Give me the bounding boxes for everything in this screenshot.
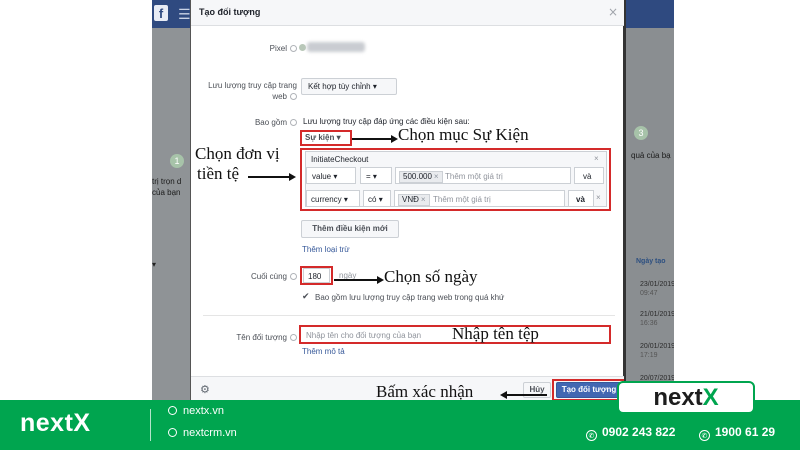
traffic-label: Lưu lượng truy cập trang web (208, 81, 297, 101)
logo-text: next (653, 384, 703, 411)
table-row: 21/01/2019 16:36 (640, 311, 674, 327)
step-three-badge: 3 (634, 126, 648, 140)
dialog-header: Tạo đối tượng × (191, 0, 624, 26)
table-row: 20/01/2019 17:19 (640, 343, 674, 359)
globe-icon (168, 428, 177, 437)
gear-icon[interactable]: ⚙ (200, 383, 210, 396)
nextx-logo-card: nextX (617, 381, 755, 414)
create-audience-dialog: Tạo đối tượng × Pixel Lưu lượng truy cập… (190, 0, 626, 401)
screenshot-stage: f ☰ 1 trị trọn d của bạn ▾ 3 quả của bạ … (0, 0, 800, 450)
rule2-and-button[interactable]: và (568, 190, 594, 207)
chevron-down-icon: ▾ (333, 172, 338, 181)
days-input[interactable]: 180 (303, 268, 330, 283)
past-traffic-label: Bao gồm lưu lượng truy cập trang web tro… (315, 293, 505, 302)
divider (150, 409, 151, 441)
step-one-badge: 1 (170, 154, 184, 168)
website-link-nextx[interactable]: nextx.vn (168, 405, 224, 417)
brand-logo: nextX (20, 409, 91, 437)
audience-name-label: Tên đối tượng (201, 332, 297, 343)
past-traffic-checkbox[interactable]: ✔ (302, 293, 310, 302)
phone-number[interactable]: ✆ 0902 243 822 (586, 425, 675, 441)
arrow-line (248, 176, 290, 178)
event-selector-dropdown[interactable]: Sự kiện ▾ (305, 133, 341, 142)
background-right-text: quả của bạ (631, 151, 671, 160)
chevron-down-icon: ▾ (378, 195, 383, 204)
info-icon (290, 273, 297, 281)
facebook-logo-icon: f (154, 5, 168, 21)
annotation-choose-currency: Chọn đơn vị tiền tệ (195, 144, 280, 183)
annotation-choose-days: Chọn số ngày (384, 267, 478, 286)
annotation-enter-name: Nhập tên tệp (452, 324, 539, 343)
table-row: 23/01/2019 09:47 (640, 281, 674, 297)
cancel-button[interactable]: Hủy (523, 382, 551, 398)
rule1-param-dropdown[interactable]: value ▾ (306, 167, 356, 184)
remove-rule-icon[interactable]: × (596, 193, 601, 202)
add-description-link[interactable]: Thêm mô tả (302, 347, 345, 356)
info-icon (290, 93, 297, 101)
info-icon (290, 334, 297, 342)
rule2-param-dropdown[interactable]: currency ▾ (306, 190, 360, 207)
remove-icon: × (420, 195, 426, 204)
background-left-text: trị trọn d của bạn (152, 177, 182, 197)
chevron-down-icon: ▾ (372, 172, 377, 181)
traffic-dropdown[interactable]: Kết hợp tùy chỉnh ▾ (301, 78, 397, 95)
add-exclusion-link[interactable]: Thêm loại trừ (302, 245, 350, 254)
arrow-head-icon (289, 173, 296, 181)
phone-icon: ✆ (586, 430, 597, 441)
rule1-value-input[interactable]: 500.000 × Thêm một giá trị (395, 167, 571, 184)
arrow-line (507, 394, 547, 396)
value-tag[interactable]: 500.000 × (399, 171, 443, 183)
info-icon (290, 119, 297, 127)
arrow-line (334, 279, 378, 281)
hotline-number[interactable]: ✆ 1900 61 29 (699, 425, 775, 441)
include-label: Bao gồm (221, 117, 297, 128)
create-audience-button[interactable]: Tạo đối tượng (556, 382, 622, 398)
logo-x: X (702, 384, 719, 411)
event-name: InitiateCheckout (311, 155, 369, 164)
hotline-icon: ✆ (699, 430, 710, 441)
pixel-status-icon (299, 44, 306, 51)
close-icon[interactable]: × (608, 5, 618, 19)
dialog-title: Tạo đối tượng (199, 7, 261, 17)
background-right-panel: 3 quả của bạ Ngày tạo 23/01/2019 09:47 21… (626, 28, 674, 400)
arrow-head-icon (391, 135, 398, 143)
add-condition-button[interactable]: Thêm điều kiện mới (301, 220, 399, 238)
duration-label: Cuối cùng (221, 271, 297, 282)
chevron-down-icon: ▾ (343, 195, 348, 204)
background-left-panel: 1 trị trọn d của bạn ▾ (152, 28, 190, 400)
currency-tag[interactable]: VNĐ × (398, 194, 430, 206)
website-link-nextcrm[interactable]: nextcrm.vn (168, 427, 237, 439)
pixel-name-blurred (307, 42, 365, 52)
annotation-choose-event: Chọn mục Sự Kiện (398, 125, 529, 144)
close-icon[interactable]: × (594, 154, 599, 163)
chevron-down-icon: ▾ (152, 260, 157, 269)
remove-icon: × (433, 172, 439, 181)
info-icon (290, 45, 297, 53)
rule2-value-input[interactable]: VNĐ × Thêm một giá trị (394, 190, 565, 207)
annotation-confirm: Bấm xác nhận (376, 382, 474, 401)
created-date-column-header: Ngày tạo (636, 258, 666, 265)
globe-icon (168, 406, 177, 415)
chevron-down-icon: ▾ (336, 133, 341, 142)
arrow-head-icon (500, 391, 507, 399)
arrow-line (352, 138, 392, 140)
menu-icon: ☰ (178, 7, 191, 23)
rule2-operator-dropdown[interactable]: có ▾ (363, 190, 391, 207)
divider (203, 315, 615, 316)
rule1-and-button[interactable]: và (574, 167, 604, 184)
chevron-down-icon: ▾ (372, 82, 377, 91)
rule1-operator-dropdown[interactable]: = ▾ (360, 167, 392, 184)
pixel-label: Pixel (247, 43, 297, 54)
arrow-head-icon (377, 276, 384, 284)
